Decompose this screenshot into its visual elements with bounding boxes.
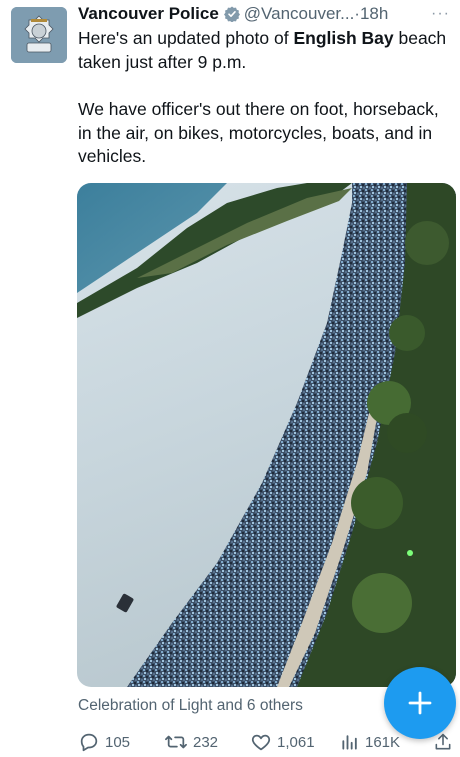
tweet-header: Vancouver Police @Vancouver... · 18h ···	[78, 2, 450, 26]
text-segment: Here's an updated photo of	[78, 28, 294, 48]
reply-icon	[80, 733, 98, 752]
reply-button[interactable]: 105	[78, 731, 130, 753]
retweet-count: 232	[193, 733, 219, 751]
more-options-icon[interactable]: ···	[431, 5, 450, 23]
tweet-photo[interactable]	[77, 183, 456, 687]
compose-button[interactable]	[384, 667, 456, 739]
tweet-paragraph-2: We have officer's out there on foot, hor…	[78, 99, 439, 166]
retweet-button[interactable]: 232	[164, 731, 218, 753]
verified-badge-icon	[223, 6, 240, 23]
tweet-timestamp[interactable]: 18h	[360, 4, 388, 24]
tweet-text: Here's an updated photo of English Bay b…	[78, 27, 448, 169]
like-button[interactable]: 1,061	[250, 731, 315, 753]
english-bay-aerial-photo	[77, 183, 456, 687]
like-count: 1,061	[277, 733, 315, 751]
views-chart-icon	[342, 735, 357, 750]
author-handle[interactable]: @Vancouver...	[244, 4, 355, 24]
tweet-paragraph-1: Here's an updated photo of English Bay b…	[78, 27, 448, 74]
views-count: 161K	[365, 733, 401, 751]
retweet-icon	[165, 735, 187, 749]
text-bold-segment: English Bay	[293, 28, 394, 48]
plus-icon	[408, 691, 432, 715]
police-badge-icon	[11, 7, 67, 63]
photo-tags-caption[interactable]: Celebration of Light and 6 others	[78, 697, 303, 715]
reply-count: 105	[105, 733, 131, 751]
views-button[interactable]: 161K	[340, 732, 400, 752]
heart-icon	[251, 734, 271, 751]
author-name[interactable]: Vancouver Police	[78, 4, 219, 24]
author-avatar[interactable]	[11, 7, 67, 63]
